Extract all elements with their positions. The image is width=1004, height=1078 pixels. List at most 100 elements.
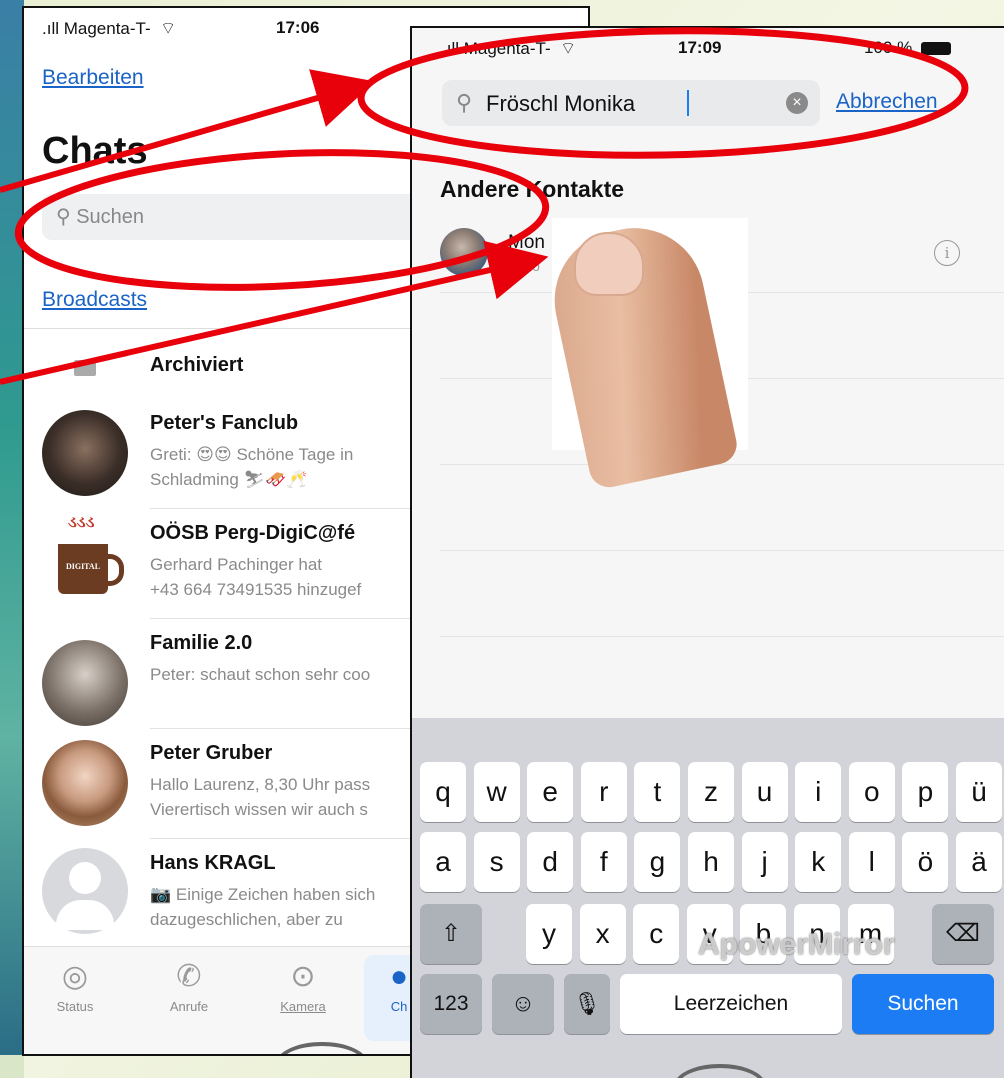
microphone-key[interactable]: 🎙 [564,974,610,1034]
camera-icon: ⊙ [290,960,316,993]
emoji-key[interactable]: ☺ [492,974,554,1034]
shift-key[interactable]: ⇧ [420,904,482,964]
key-c[interactable]: c [633,904,680,964]
tab-status[interactable]: ◎ Status [40,955,110,1014]
key-ö[interactable]: ö [902,832,949,892]
tab-label: Status [56,999,94,1014]
carrier-label: Magenta-T- [463,39,551,58]
search-value: Fröschl Monika [486,91,636,116]
space-key[interactable]: Leerzeichen [620,974,842,1034]
search-icon: ⚲ [56,206,77,228]
row-divider [440,636,1004,637]
status-bar-left: .ıll Magenta-T- ⌔ [442,38,576,59]
key-f[interactable]: f [580,832,627,892]
chat-preview-line1: Hallo Laurenz, 8,30 Uhr pass [150,775,371,794]
mug-handle [105,554,124,586]
watermark: ApowerMirror [698,928,895,961]
backspace-key[interactable]: ⌫ [932,904,994,964]
status-time: 17:06 [276,18,320,37]
key-j[interactable]: j [741,832,788,892]
background-strip [0,0,24,1055]
chat-preview-line1: Greti: 😍😍 Schöne Tage in [150,445,354,464]
avatar [42,640,128,726]
battery-percent: 100 % [864,38,913,57]
numbers-key[interactable]: 123 [420,974,482,1034]
page-title: Chats [42,130,148,172]
contact-avatar[interactable] [440,228,488,276]
key-ü[interactable]: ü [956,762,1002,822]
key-w[interactable]: w [473,762,520,822]
search-input[interactable]: ⚲ Fröschl Monika × [442,80,820,126]
key-i[interactable]: i [795,762,842,822]
key-p[interactable]: p [902,762,949,822]
search-placeholder: Suchen [76,206,145,228]
status-time: 17:09 [678,38,722,57]
chat-preview-line2: Schladming ⛷🛷🥂 [150,470,308,489]
avatar: ડડડ DIGITAL [42,514,128,604]
status-icon: ◎ [61,960,89,993]
tab-camera[interactable]: ⊙ Kamera [268,955,338,1014]
contact-name[interactable]: Mon [508,232,545,254]
coffee-mug-logo: DIGITAL [58,544,108,594]
chat-preview-line1: Gerhard Pachinger hat [150,555,322,574]
phone-icon: ✆ [176,960,202,993]
person-icon-body [56,900,114,930]
contact-subtitle: Hallo [508,258,540,274]
background-strip-bottom [0,1055,24,1078]
wifi-icon: ⌔ [555,39,577,58]
chat-preview-line2: dazugeschlichen, aber zu [150,910,343,929]
section-header: Andere Kontakte [440,176,625,202]
key-g[interactable]: g [634,832,681,892]
tab-label: Kamera [280,999,326,1014]
avatar [42,410,128,496]
key-d[interactable]: d [527,832,574,892]
row-divider [440,550,1004,551]
key-e[interactable]: e [527,762,574,822]
info-icon[interactable]: i [934,240,960,266]
cancel-button[interactable]: Abbrechen [836,90,938,114]
key-k[interactable]: k [795,832,842,892]
person-icon-head [69,862,101,894]
key-o[interactable]: o [848,762,895,822]
key-z[interactable]: z [688,762,734,822]
chat-preview-line1: 📷 Einige Zeichen haben sich [150,885,376,904]
chat-name: Peter's Fanclub [150,412,299,434]
chat-preview-line1: Peter: schaut schon sehr coo [150,665,371,684]
right-phone-screen: .ıll Magenta-T- ⌔ 17:09 100 % ⚲ Fröschl … [410,26,1004,1078]
key-x[interactable]: x [579,904,626,964]
key-r[interactable]: r [580,762,627,822]
finger-overlay-image [541,215,748,491]
tab-label: Anrufe [169,999,209,1014]
chat-name: OÖSB Perg-DigiC@fé [150,522,356,544]
text-cursor [687,90,689,116]
avatar-placeholder [42,848,128,934]
mug-text: DIGITAL [65,562,101,571]
chat-name: Peter Gruber [150,742,273,764]
archived-item[interactable]: Archiviert [150,354,243,377]
edit-link[interactable]: Bearbeiten [42,66,144,90]
key-a[interactable]: a [420,832,466,892]
key-s[interactable]: s [473,832,520,892]
wifi-icon: ⌔ [155,19,177,38]
chat-preview-line2: Vierertisch wissen wir auch s [150,800,368,819]
key-t[interactable]: t [634,762,681,822]
chat-name: Familie 2.0 [150,632,253,654]
key-l[interactable]: l [848,832,895,892]
tab-calls[interactable]: ✆ Anrufe [154,955,224,1014]
clear-icon[interactable]: × [786,92,808,114]
archive-icon [74,360,96,376]
key-u[interactable]: u [741,762,788,822]
key-y[interactable]: y [526,904,572,964]
steam-icon: ડડડ [68,514,95,531]
search-key[interactable]: Suchen [852,974,994,1034]
row-divider [440,464,1004,465]
avatar [42,740,128,826]
search-icon: ⚲ [456,90,473,115]
key-ä[interactable]: ä [956,832,1002,892]
signal-icon: .ıll [442,39,464,58]
fingernail [574,232,644,296]
key-q[interactable]: q [420,762,466,822]
signal-icon: .ıll [42,19,64,38]
broadcasts-link[interactable]: Broadcasts [42,288,147,312]
key-h[interactable]: h [688,832,734,892]
